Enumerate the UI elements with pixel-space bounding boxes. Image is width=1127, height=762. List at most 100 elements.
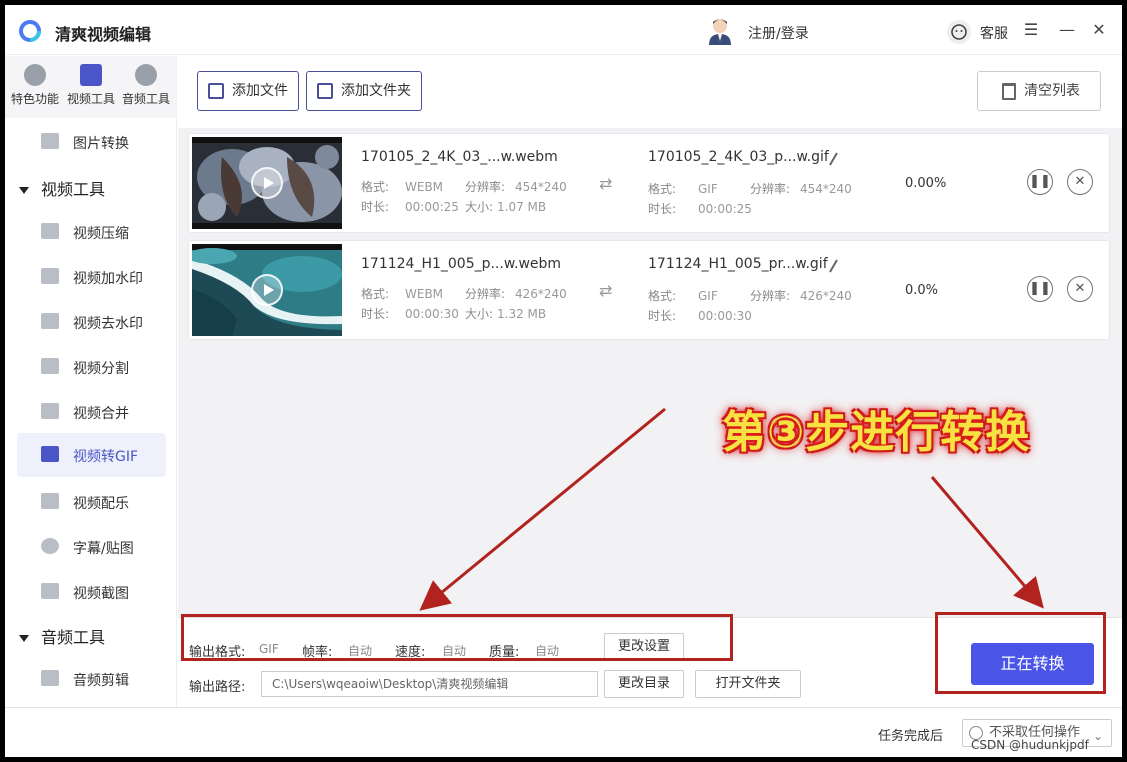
output-path-input[interactable]: C:\Users\wqeaoiw\Desktop\清爽视频编辑 xyxy=(261,671,598,697)
add-file-button[interactable]: 添加文件 xyxy=(197,71,299,111)
file-row[interactable]: 170105_2_4K_03_...w.webm 格式: WEBM 分辨率: 454*… xyxy=(188,133,1110,233)
tab-label: 特色功能 xyxy=(10,92,59,106)
meta-label: 时长: xyxy=(648,202,677,216)
add-folder-icon xyxy=(317,83,333,99)
film-icon xyxy=(41,493,59,509)
tab-features[interactable]: 特色功能 xyxy=(5,64,65,114)
clear-list-button[interactable]: 清空列表 xyxy=(977,71,1101,111)
output-duration: 00:00:25 xyxy=(698,202,752,216)
sidebar-group-video-tools[interactable]: 视频工具 xyxy=(19,176,105,200)
shuffle-icon: ⇄ xyxy=(599,174,613,193)
tab-label: 视频工具 xyxy=(66,92,115,106)
meta-label: 格式: xyxy=(361,180,390,194)
source-meta-row: 时长: 00:00:25 大小: 1.07 MB xyxy=(361,198,546,215)
meta-label: 分辨率: xyxy=(465,287,506,301)
film-icon xyxy=(41,268,59,284)
meta-label: 分辨率: xyxy=(750,182,791,196)
main-panel: 添加文件 添加文件夹 清空列表 170105_2_4K_03_...w.webm… xyxy=(178,56,1122,707)
source-format: WEBM xyxy=(405,180,444,194)
hamburger-icon[interactable]: ☰ xyxy=(1021,19,1041,41)
audio-icon xyxy=(41,670,59,686)
output-resolution: 454*240 xyxy=(800,182,852,196)
film-icon xyxy=(80,64,102,86)
remove-button[interactable]: ✕ xyxy=(1067,169,1093,195)
sidebar-item-video-screenshot[interactable]: 视频截图 xyxy=(17,570,166,614)
source-duration: 00:00:25 xyxy=(405,200,459,214)
video-thumbnail[interactable] xyxy=(192,244,342,336)
sidebar-item-label: 视频分割 xyxy=(73,361,129,377)
app-title: 清爽视频编辑 xyxy=(55,25,152,44)
progress-percent: 0.0% xyxy=(905,283,939,298)
gif-icon xyxy=(41,446,59,462)
shuffle-icon: ⇄ xyxy=(599,281,613,300)
output-path-label: 输出路径: xyxy=(189,680,246,695)
sidebar-item-label: 视频截图 xyxy=(73,586,129,602)
customer-service-icon[interactable] xyxy=(947,20,971,44)
login-link[interactable]: 注册/登录 xyxy=(748,23,809,43)
sidebar-item-label: 视频去水印 xyxy=(73,316,143,332)
meta-label: 大小: xyxy=(465,200,494,214)
user-avatar[interactable] xyxy=(707,17,733,45)
play-icon[interactable] xyxy=(251,274,283,306)
remove-button[interactable]: ✕ xyxy=(1067,276,1093,302)
sidebar-item-image-convert[interactable]: 图片转换 xyxy=(17,120,166,164)
title-bar: 清爽视频编辑 注册/登录 客服 ☰ — ✕ xyxy=(5,5,1122,55)
meta-label: 格式: xyxy=(648,182,677,196)
source-size: 1.32 MB xyxy=(497,307,547,321)
video-thumbnail[interactable] xyxy=(192,137,342,229)
sidebar-item-video-music[interactable]: 视频配乐 xyxy=(17,480,166,524)
sidebar-item-video-compress[interactable]: 视频压缩 xyxy=(17,210,166,254)
open-folder-button[interactable]: 打开文件夹 xyxy=(695,670,801,698)
source-resolution: 426*240 xyxy=(515,287,567,301)
sidebar-item-video-split[interactable]: 视频分割 xyxy=(17,345,166,389)
meta-label: 大小: xyxy=(465,307,494,321)
button-label: 添加文件夹 xyxy=(341,83,411,99)
meta-label: 时长: xyxy=(648,309,677,323)
close-icon[interactable]: ✕ xyxy=(1089,19,1109,41)
source-meta-row: 格式: WEBM 分辨率: 454*240 xyxy=(361,178,567,195)
source-meta-row: 时长: 00:00:30 大小: 1.32 MB xyxy=(361,305,546,322)
output-meta-row: 时长: 00:00:30 xyxy=(648,307,752,324)
after-task-label: 任务完成后 xyxy=(878,729,944,744)
button-label: 添加文件 xyxy=(232,83,288,99)
source-format: WEBM xyxy=(405,287,444,301)
output-duration: 00:00:30 xyxy=(698,309,752,323)
customer-service-label[interactable]: 客服 xyxy=(980,23,1008,43)
sidebar-item-label: 视频加水印 xyxy=(73,271,143,287)
sidebar-tabs: 特色功能 视频工具 音频工具 xyxy=(5,56,177,118)
annotation-step-text: 第③步进行转换 xyxy=(722,407,1031,458)
sidebar-item-remove-watermark[interactable]: 视频去水印 xyxy=(17,300,166,344)
meta-label: 格式: xyxy=(648,289,677,303)
sidebar-group-audio-tools[interactable]: 音频工具 xyxy=(19,624,105,648)
output-filename: 170105_2_4K_03_p...w.gif xyxy=(648,149,829,165)
audio-icon xyxy=(135,64,157,86)
tab-video-tools[interactable]: 视频工具 xyxy=(61,64,121,114)
star-icon xyxy=(24,64,46,86)
sidebar-item-add-watermark[interactable]: 视频加水印 xyxy=(17,255,166,299)
output-format: GIF xyxy=(698,182,718,196)
button-label: 清空列表 xyxy=(1024,83,1080,99)
sidebar-group-label: 视频工具 xyxy=(41,180,106,199)
play-icon[interactable] xyxy=(251,167,283,199)
csdn-watermark: CSDN @hudunkjpdf xyxy=(971,738,1089,752)
minimize-icon[interactable]: — xyxy=(1057,19,1077,41)
change-directory-button[interactable]: 更改目录 xyxy=(604,670,684,698)
toolbar: 添加文件 添加文件夹 清空列表 xyxy=(178,56,1122,128)
meta-label: 格式: xyxy=(361,287,390,301)
source-duration: 00:00:30 xyxy=(405,307,459,321)
annotation-box-settings xyxy=(181,614,733,661)
sidebar-item-audio-cut[interactable]: 音频剪辑 xyxy=(17,657,166,701)
sidebar-item-video-to-gif[interactable]: 视频转GIF xyxy=(17,433,166,477)
sidebar-item-video-merge[interactable]: 视频合并 xyxy=(17,390,166,434)
app-logo-icon xyxy=(19,20,41,42)
file-row[interactable]: 171124_H1_005_p...w.webm 格式: WEBM 分辨率: 426*… xyxy=(188,240,1110,340)
sidebar-item-subtitle-sticker[interactable]: 字幕/贴图 xyxy=(17,525,166,569)
pause-button[interactable]: ❚❚ xyxy=(1027,169,1053,195)
source-size: 1.07 MB xyxy=(497,200,547,214)
tab-audio-tools[interactable]: 音频工具 xyxy=(116,64,176,114)
status-bar: 任务完成后 不采取任何操作 ⌄ CSDN @hudunkjpdf xyxy=(5,707,1122,757)
add-folder-button[interactable]: 添加文件夹 xyxy=(306,71,422,111)
caret-down-icon xyxy=(19,635,29,642)
pause-button[interactable]: ❚❚ xyxy=(1027,276,1053,302)
image-icon xyxy=(41,133,59,149)
